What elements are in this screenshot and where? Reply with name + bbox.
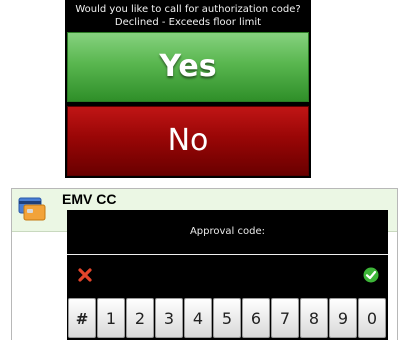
key-3[interactable]: 3: [155, 298, 183, 338]
check-icon[interactable]: [363, 267, 379, 283]
authorization-dialog: Would you like to call for authorization…: [65, 0, 311, 178]
key-2[interactable]: 2: [126, 298, 154, 338]
key-7[interactable]: 7: [271, 298, 299, 338]
close-icon[interactable]: [77, 267, 93, 283]
credit-card-icon: [18, 197, 46, 221]
approval-code-input[interactable]: [67, 254, 388, 255]
key-0[interactable]: 0: [358, 298, 386, 338]
no-button[interactable]: No: [67, 106, 309, 176]
key-5[interactable]: 5: [213, 298, 241, 338]
key-8[interactable]: 8: [300, 298, 328, 338]
panel-title: EMV CC: [62, 191, 117, 207]
key-hash[interactable]: #: [68, 298, 96, 338]
approval-code-label: Approval code:: [189, 226, 266, 237]
yes-button[interactable]: Yes: [67, 32, 309, 102]
dialog-prompt: Would you like to call for authorization…: [75, 4, 301, 28]
key-1[interactable]: 1: [97, 298, 125, 338]
approval-keypad: Approval code: #1 2 3 4 5 6 7 8 9 0: [67, 210, 388, 340]
key-4[interactable]: 4: [184, 298, 212, 338]
key-9[interactable]: 9: [329, 298, 357, 338]
digit-keys: #1 2 3 4 5 6 7 8 9 0: [68, 298, 388, 340]
key-6[interactable]: 6: [242, 298, 270, 338]
